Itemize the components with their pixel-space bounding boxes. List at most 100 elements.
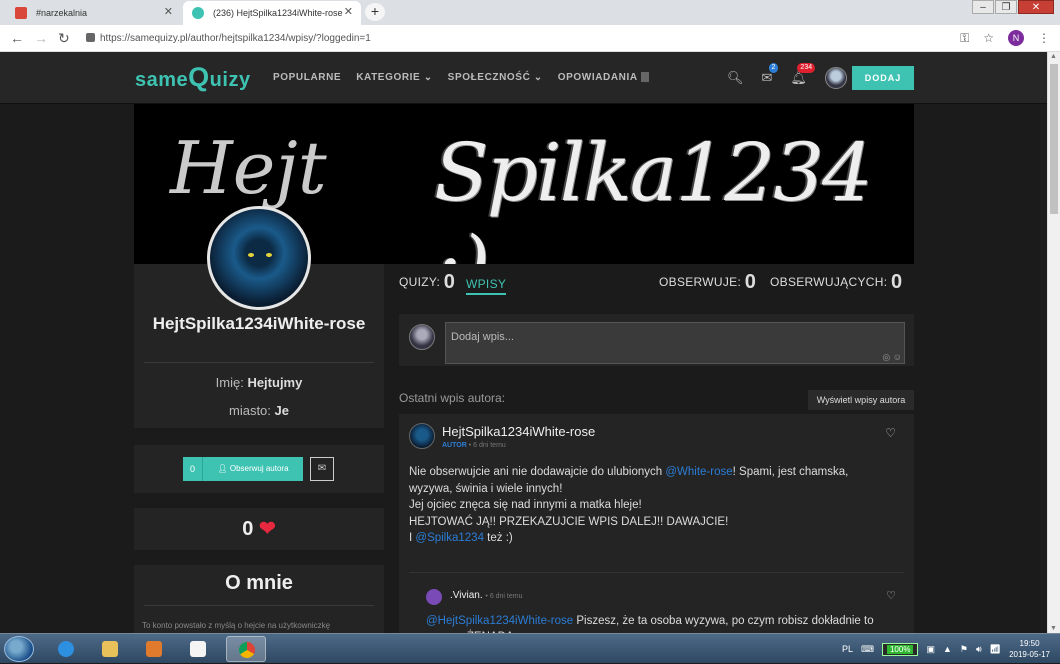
start-button[interactable] [4,636,34,662]
page-scrollbar[interactable]: ▲ ▼ [1047,52,1060,633]
taskbar-notepad[interactable] [178,636,218,662]
browser-menu-icon[interactable]: ⋮ [1038,31,1050,45]
menu-item-kategorie[interactable]: KATEGORIE ⌄ [356,72,432,83]
post-body: Nie obserwujcie ani nie dodawajcie do ul… [409,466,849,544]
ie-icon [58,641,74,657]
about-card: O mnie To konto powstało z myślą o hejci… [134,565,384,633]
taskbar-explorer[interactable] [90,636,130,662]
profile-card: HejtSpilka1234iWhite-rose Imię: Hejtujmy… [134,206,384,428]
document-icon [190,641,206,657]
language-indicator[interactable]: PL [842,644,853,654]
envelope-icon: ✉ [317,463,327,474]
show-author-posts-button[interactable]: Wyświetl wpisy autora [808,390,914,410]
scroll-up-icon[interactable]: ▲ [1050,53,1057,60]
url-input[interactable]: https://samequizy.pl/author/hejtspilka12… [80,29,950,48]
close-window-button[interactable]: ✕ [1018,0,1054,14]
mention-link[interactable]: @HejtSpilka1234iWhite-rose [426,615,573,627]
post-meta: AUTOR • 6 dni temu [442,442,506,449]
heart-icon[interactable]: ❤ [259,518,276,540]
emoji-icon[interactable]: ☺ [893,352,902,362]
reload-icon[interactable]: ↻ [58,30,70,47]
tab-close-icon[interactable]: ✕ [344,5,353,18]
keyboard-icon[interactable]: ⌨ [861,644,874,655]
browser-profile-avatar[interactable]: N [1008,30,1024,46]
menu-item-spolecznosc[interactable]: SPOŁECZNOŚĆ ⌄ [448,72,543,83]
tab-quizy[interactable]: QUIZY: 0 [399,271,455,294]
user-avatar[interactable] [824,67,847,89]
add-button[interactable]: DODAJ [852,66,914,90]
chrome-icon [239,642,255,658]
scroll-down-icon[interactable]: ▼ [1050,625,1057,632]
likes-card: 0 ❤ [134,508,384,550]
tab-close-icon[interactable]: ✕ [164,5,173,18]
tab-wpisy[interactable]: WPISY [466,277,507,295]
last-post-label: Ostatni wpis autora: [399,391,506,405]
tray-arrow-icon[interactable]: ▲ [943,644,952,654]
post-author[interactable]: HejtSpilka1234iWhite-rose [442,424,595,439]
profile-avatar [207,206,311,310]
new-tab-button[interactable]: + [365,3,385,21]
page-viewport: sameQuizy POPULARNE KATEGORIE ⌄ SPOŁECZN… [0,52,1047,633]
banner-left-text: Hejt [170,126,327,210]
tab-title: (236) HejtSpilka1234iWhite-rose [213,8,343,18]
banner-right-text: Spilka1234 :) [434,126,873,264]
flag-icon[interactable]: ⚑ [960,644,968,655]
clock[interactable]: 19:50 2019-05-17 [1009,638,1050,660]
likes-count: 0 [242,518,254,540]
camera-icon[interactable]: ◎ [882,352,890,362]
site-logo[interactable]: sameQuizy [135,62,251,93]
minimize-button[interactable]: – [972,0,994,14]
reply-body: @HejtSpilka1234iWhite-rose Piszesz, że t… [426,615,874,633]
scrollbar-thumb[interactable] [1050,64,1058,214]
maximize-button[interactable]: ❐ [995,0,1017,14]
browser-tab-narzekalnia[interactable]: #narzekalnia ✕ [6,1,181,25]
taskbar-chrome[interactable] [226,636,266,662]
stat-obserwujacych[interactable]: OBSERWUJĄCYCH: 0 [770,271,902,294]
reply-like-heart-icon[interactable]: ♡ [886,589,896,602]
folder-icon [102,641,118,657]
chevron-down-icon: ⌄ [533,72,543,83]
taskbar-media[interactable] [134,636,174,662]
windows-taskbar: PL ⌨ 100% ▣ ▲ ⚑ 🔊︎ 📶︎ 19:50 2019-05-17 [0,633,1060,663]
reply-author[interactable]: .Vivian. • 6 dni temu [450,590,523,601]
notifications-badge: 234 [797,63,816,73]
compose-tools: ◎ ☺ [882,352,902,363]
messages-icon[interactable]: ✉ 2 [762,63,779,86]
system-tray: PL ⌨ 100% ▣ ▲ ⚑ 🔊︎ 📶︎ 19:50 2019-05-17 [842,634,1060,664]
follow-author-button[interactable]: 👤︎ Obserwuj autora [203,457,303,481]
back-icon[interactable]: ← [10,30,24,46]
window-controls: – ❐ ✕ [971,0,1054,16]
reply-author-avatar[interactable] [426,589,442,605]
profile-city-row: miasto: Je [229,403,289,418]
search-icon[interactable]: 🔍︎ [727,70,744,86]
stat-obserwuje[interactable]: OBSERWUJE: 0 [659,271,756,294]
post-input[interactable]: Dodaj wpis... [445,322,905,364]
browser-tab-profile[interactable]: (236) HejtSpilka1234iWhite-rose ✕ [183,1,361,25]
main-menu: POPULARNE KATEGORIE ⌄ SPOŁECZNOŚĆ ⌄ OPOW… [273,72,649,83]
mention-link[interactable]: @Spilka1234 [415,532,484,544]
mention-link[interactable]: @White-rose [665,466,732,478]
key-icon[interactable]: ⚿ [960,31,969,46]
tab-favicon-icon [192,7,204,19]
book-icon [640,72,649,83]
tab-title: #narzekalnia [36,8,88,18]
forward-icon[interactable]: → [34,30,48,46]
network-icon[interactable]: 📶︎ [990,644,1001,655]
tab-favicon-icon [15,7,27,19]
taskbar-ie[interactable] [46,636,86,662]
menu-item-popularne[interactable]: POPULARNE [273,72,341,83]
messages-badge: 2 [768,63,779,73]
power-icon[interactable]: ▣ [926,644,935,655]
volume-icon[interactable]: 🔊︎ [976,644,982,655]
battery-indicator[interactable]: 100% [881,642,919,656]
bookmark-star-icon[interactable]: ☆ [983,31,994,45]
notifications-bell-icon[interactable]: 🔔︎ 234 [790,63,816,86]
profile-name-row: Imię: Hejtujmy [215,375,303,390]
like-heart-icon[interactable]: ♡ [885,426,896,440]
post-author-avatar[interactable] [409,423,435,449]
send-message-button[interactable]: ✉ [310,457,334,481]
followers-count: 0 [183,457,203,481]
media-player-icon [146,641,162,657]
menu-item-opowiadania[interactable]: OPOWIADANIA [558,72,649,83]
site-header: sameQuizy POPULARNE KATEGORIE ⌄ SPOŁECZN… [0,52,1047,104]
